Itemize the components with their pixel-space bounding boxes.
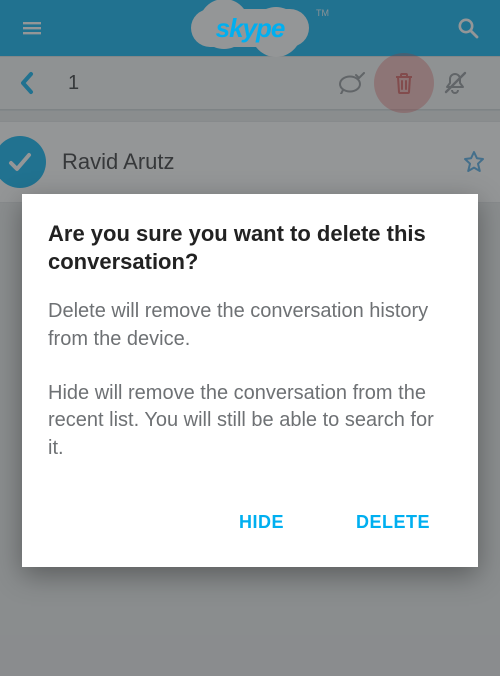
delete-button-label: DELETE: [356, 512, 430, 532]
dialog-body-delete: Delete will remove the conversation hist…: [48, 298, 452, 353]
hide-button[interactable]: HIDE: [221, 498, 302, 547]
dialog-title: Are you sure you want to delete this con…: [48, 220, 452, 276]
dialog-body-hide: Hide will remove the conversation from t…: [48, 380, 452, 463]
delete-button[interactable]: DELETE: [338, 498, 448, 547]
dialog-actions: HIDE DELETE: [48, 498, 452, 547]
skype-logo-text: skype: [185, 6, 315, 50]
delete-conversation-dialog: Are you sure you want to delete this con…: [22, 194, 478, 567]
dialog-body: Delete will remove the conversation hist…: [48, 298, 452, 462]
